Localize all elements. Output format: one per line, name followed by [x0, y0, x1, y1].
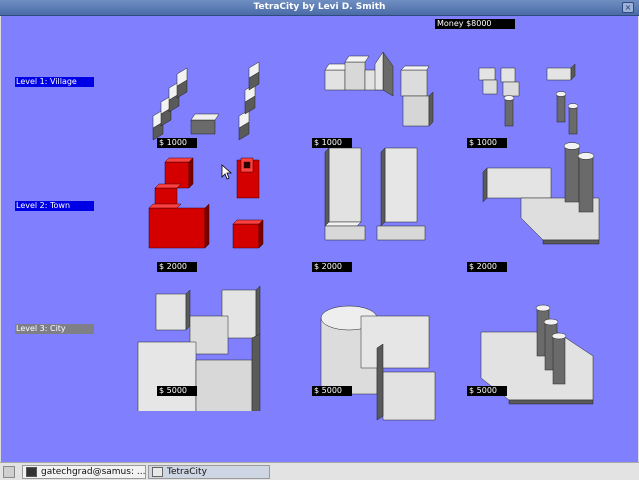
window-title: TetraCity by Levi D. Smith — [253, 2, 386, 12]
building-town-1-icon — [148, 157, 264, 249]
close-window-button[interactable]: × — [622, 2, 634, 13]
taskbar: gatechgrad@samus: ... TetraCity — [0, 462, 639, 480]
price-label: $ 2000 — [157, 262, 197, 272]
building-city-3-icon — [480, 304, 594, 405]
piece-town-3[interactable] — [461, 136, 601, 261]
piece-town-1-selected[interactable] — [141, 152, 281, 277]
level-2-label: Level 2: Town — [15, 201, 94, 211]
price-label: $ 5000 — [312, 386, 352, 396]
building-town-3-icon — [482, 142, 600, 245]
piece-city-3[interactable] — [461, 296, 601, 421]
window-icon — [152, 467, 163, 477]
piece-town-2[interactable] — [301, 146, 441, 271]
price-label: $ 2000 — [467, 262, 507, 272]
price-label: $ 5000 — [467, 386, 507, 396]
price-label: $ 5000 — [157, 386, 197, 396]
piece-city-2[interactable] — [301, 296, 441, 421]
level-1-label: Level 1: Village — [15, 77, 94, 87]
mouse-pointer-icon — [221, 164, 233, 180]
price-label: $ 1000 — [157, 138, 197, 148]
show-desktop-icon[interactable] — [3, 466, 15, 478]
money-display: Money $8000 — [435, 19, 515, 29]
building-city-2-icon — [320, 305, 436, 421]
level-3-label: Level 3: City — [15, 324, 94, 334]
window-titlebar: TetraCity by Levi D. Smith × — [0, 0, 639, 16]
taskbar-item-label: gatechgrad@samus: ... — [41, 467, 146, 477]
taskbar-item-tetracity[interactable]: TetraCity — [148, 465, 270, 479]
building-town-2-icon — [324, 147, 426, 241]
taskbar-item-label: TetraCity — [167, 467, 207, 477]
taskbar-item-terminal[interactable]: gatechgrad@samus: ... — [22, 465, 146, 479]
terminal-icon — [26, 467, 37, 477]
game-canvas[interactable]: Money $8000 Level 1: Village Level 2: To… — [1, 16, 638, 462]
price-label: $ 2000 — [312, 262, 352, 272]
